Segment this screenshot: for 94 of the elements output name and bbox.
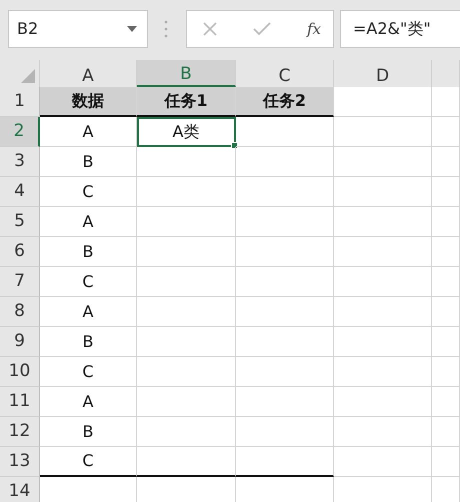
table-cell[interactable]: A — [40, 117, 137, 147]
table-cell[interactable] — [236, 147, 334, 177]
table-cell[interactable] — [334, 237, 432, 267]
column-header[interactable] — [432, 60, 460, 87]
table-cell[interactable] — [236, 117, 334, 147]
column-header[interactable]: D — [334, 60, 432, 87]
table-cell[interactable] — [236, 447, 334, 477]
table-cell[interactable] — [334, 447, 432, 477]
table-cell[interactable] — [334, 87, 432, 117]
table-cell[interactable]: B — [40, 147, 137, 177]
cell-reference: B2 — [17, 18, 38, 40]
table-cell[interactable]: C — [40, 357, 137, 387]
table-cell[interactable]: B — [40, 417, 137, 447]
insert-function-button[interactable]: fx — [306, 18, 321, 40]
table-cell[interactable] — [432, 87, 460, 117]
column-header[interactable]: A — [40, 60, 137, 87]
table-cell[interactable] — [236, 417, 334, 447]
table-cell[interactable] — [432, 387, 460, 417]
row-header[interactable]: 14 — [0, 477, 40, 502]
table-cell[interactable] — [236, 267, 334, 297]
row-header[interactable]: 5 — [0, 207, 40, 237]
table-cell[interactable] — [137, 327, 236, 357]
select-all-icon[interactable] — [21, 69, 35, 83]
table-cell[interactable] — [334, 387, 432, 417]
table-cell[interactable] — [236, 177, 334, 207]
table-cell[interactable]: A — [40, 387, 137, 417]
table-cell[interactable] — [334, 327, 432, 357]
dropdown-icon[interactable] — [127, 26, 137, 32]
table-cell[interactable]: 数据 — [40, 87, 137, 117]
table-cell[interactable]: B — [40, 327, 137, 357]
table-cell[interactable] — [137, 447, 236, 477]
table-cell[interactable] — [236, 327, 334, 357]
table-cell[interactable] — [334, 177, 432, 207]
formula-field[interactable]: =A2&"类" — [340, 10, 460, 48]
table-cell[interactable] — [334, 207, 432, 237]
table-cell[interactable] — [432, 147, 460, 177]
table-cell[interactable] — [432, 327, 460, 357]
table-cell[interactable]: C — [40, 447, 137, 477]
table-cell[interactable] — [334, 117, 432, 147]
checkmark-icon[interactable] — [252, 22, 271, 36]
row-header[interactable]: 13 — [0, 447, 40, 477]
row-header[interactable]: 11 — [0, 387, 40, 417]
table-cell[interactable] — [432, 237, 460, 267]
row-header[interactable]: 4 — [0, 177, 40, 207]
row-header[interactable]: 1 — [0, 87, 40, 117]
table-cell[interactable]: 任务1 — [137, 87, 236, 117]
table-cell[interactable] — [137, 297, 236, 327]
table-cell[interactable]: A类 — [137, 117, 236, 147]
table-cell[interactable]: B — [40, 237, 137, 267]
table-cell[interactable] — [432, 417, 460, 447]
cancel-icon[interactable] — [203, 22, 217, 36]
table-cell[interactable] — [334, 297, 432, 327]
table-cell[interactable] — [432, 357, 460, 387]
table-cell[interactable]: C — [40, 267, 137, 297]
table-cell[interactable] — [137, 387, 236, 417]
name-box[interactable]: B2 — [8, 10, 148, 48]
table-cell[interactable] — [432, 267, 460, 297]
table-cell[interactable] — [432, 207, 460, 237]
table-cell[interactable] — [236, 297, 334, 327]
table-cell[interactable] — [137, 357, 236, 387]
table-cell[interactable] — [334, 417, 432, 447]
table-cell[interactable] — [432, 117, 460, 147]
table-cell[interactable] — [137, 417, 236, 447]
row-header[interactable]: 10 — [0, 357, 40, 387]
table-cell[interactable] — [137, 207, 236, 237]
table-cell[interactable] — [137, 237, 236, 267]
row-header[interactable]: 3 — [0, 147, 40, 177]
table-cell[interactable]: A — [40, 207, 137, 237]
table-cell[interactable] — [334, 267, 432, 297]
row-header[interactable]: 2 — [0, 117, 40, 147]
table-cell[interactable] — [236, 207, 334, 237]
column-header[interactable]: B — [137, 60, 236, 87]
table-cell[interactable] — [236, 387, 334, 417]
row-header[interactable]: 8 — [0, 297, 40, 327]
table-cell[interactable] — [137, 267, 236, 297]
row-header[interactable]: 6 — [0, 237, 40, 267]
grip-icon — [164, 19, 168, 39]
column-header[interactable]: C — [236, 60, 334, 87]
table-cell[interactable] — [137, 177, 236, 207]
table-cell[interactable]: A — [40, 297, 137, 327]
fill-handle[interactable] — [231, 142, 238, 149]
table-cell[interactable] — [137, 147, 236, 177]
row-header[interactable]: 9 — [0, 327, 40, 357]
table-cell[interactable] — [334, 357, 432, 387]
table-cell[interactable] — [236, 357, 334, 387]
row-header[interactable]: 7 — [0, 267, 40, 297]
table-cell[interactable]: 任务2 — [236, 87, 334, 117]
table-cell[interactable] — [334, 147, 432, 177]
row-header[interactable]: 12 — [0, 417, 40, 447]
table-cell[interactable] — [236, 237, 334, 267]
table-cell[interactable] — [432, 447, 460, 477]
table-cell[interactable]: C — [40, 177, 137, 207]
table-cell[interactable] — [432, 297, 460, 327]
table-cell[interactable] — [432, 177, 460, 207]
